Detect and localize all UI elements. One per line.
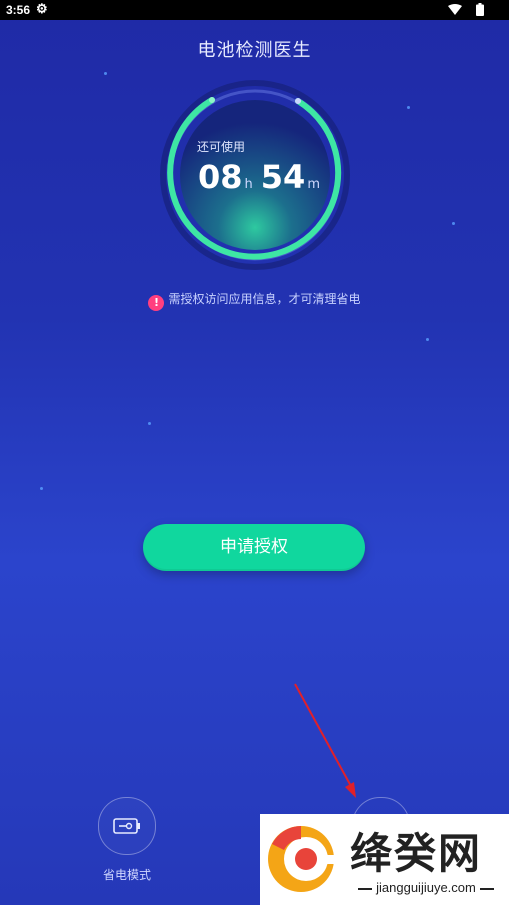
- star-dot: [452, 222, 455, 225]
- star-dot: [148, 422, 151, 425]
- request-permission-button[interactable]: 申请授权: [143, 524, 365, 571]
- watermark-domain: jiangguijiuye.com: [346, 880, 506, 895]
- permission-notice: ! 需授权访问应用信息，才可清理省电: [0, 290, 509, 311]
- minutes-value: 54: [260, 158, 306, 196]
- page-title: 电池检测医生: [197, 40, 312, 61]
- hours-unit: h: [244, 177, 253, 192]
- notice-text: 需授权访问应用信息，才可清理省电: [168, 292, 361, 306]
- gear-icon: ⚙: [36, 1, 48, 16]
- star-dot: [40, 487, 43, 490]
- star-dot: [104, 72, 107, 75]
- battery-saver-button[interactable]: [98, 797, 156, 855]
- remaining-time: 08 h 54 m: [198, 158, 328, 196]
- status-time: 3:56: [6, 3, 31, 17]
- battery-saver-icon: [113, 818, 140, 834]
- star-dot: [407, 106, 410, 109]
- arrow-icon: [294, 683, 356, 798]
- star-dot: [426, 338, 429, 341]
- alert-icon: !: [148, 295, 165, 311]
- watermark-logo-icon: [268, 826, 338, 892]
- wifi-icon: [448, 4, 462, 18]
- minutes-unit: m: [307, 177, 320, 192]
- status-bar: 3:56 ⚙: [0, 0, 509, 20]
- hours-value: 08: [198, 158, 243, 196]
- watermark: 绛癸网 jiangguijiuye.com: [260, 814, 509, 905]
- remaining-label: 还可使用: [197, 140, 246, 154]
- watermark-name: 绛癸网: [350, 829, 483, 878]
- battery-icon: [476, 3, 484, 19]
- battery-saver-label: 省电模式: [102, 868, 151, 882]
